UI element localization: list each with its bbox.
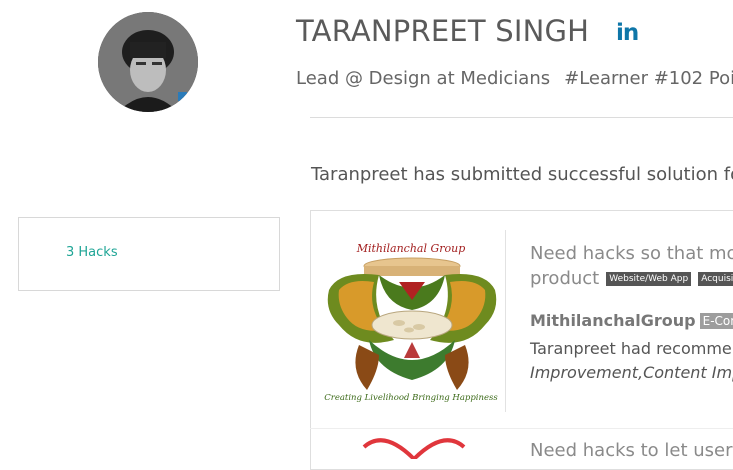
category-tag: Website/Web App xyxy=(606,271,692,286)
hack-title[interactable]: Need hacks to let users xyxy=(530,440,733,461)
hacks-count-card: 3 Hacks xyxy=(18,217,280,291)
submission-summary: Taranpreet has submitted successful solu… xyxy=(311,164,733,185)
hack-title-line2: product xyxy=(530,268,600,289)
hack-title-line1: Need hacks so that mor xyxy=(530,243,733,264)
heart-logo xyxy=(354,429,474,463)
company-logo: Mithilanchal Group Creating Livelihood B… xyxy=(319,230,505,410)
profile-name: TARANPREET SINGH xyxy=(296,14,590,48)
company-category-tag: E-Comm xyxy=(699,313,733,329)
category-tag: Acquisit xyxy=(698,271,733,286)
recommendation-line1: Taranpreet had recomme xyxy=(530,339,732,358)
logo-bottom-text: Creating Livelihood Bringing Happiness xyxy=(324,393,498,403)
hack-title[interactable]: Need hacks so that mor product Website/W… xyxy=(530,241,733,291)
logo-top-text: Mithilanchal Group xyxy=(356,242,466,255)
logo-separator xyxy=(505,230,506,412)
tagline-tags: #Learner #102 Poin xyxy=(564,68,733,89)
linkedin-icon[interactable]: in xyxy=(616,20,642,46)
recommendation-text: Taranpreet had recomme Improvement,Conte… xyxy=(530,337,733,385)
profile-tagline: Lead @ Design at Medicians #Learner #102 … xyxy=(296,68,733,89)
company-name-row: MithilanchalGroupE-Comm xyxy=(530,311,733,330)
header-divider xyxy=(310,117,733,118)
company-name[interactable]: MithilanchalGroup xyxy=(530,311,696,330)
tagline-role: Lead @ Design at Medicians xyxy=(296,68,551,89)
recommendation-line2: Improvement,Content Imp xyxy=(530,363,733,382)
hacks-count-link[interactable]: 3 Hacks xyxy=(66,245,118,260)
avatar xyxy=(98,12,198,112)
